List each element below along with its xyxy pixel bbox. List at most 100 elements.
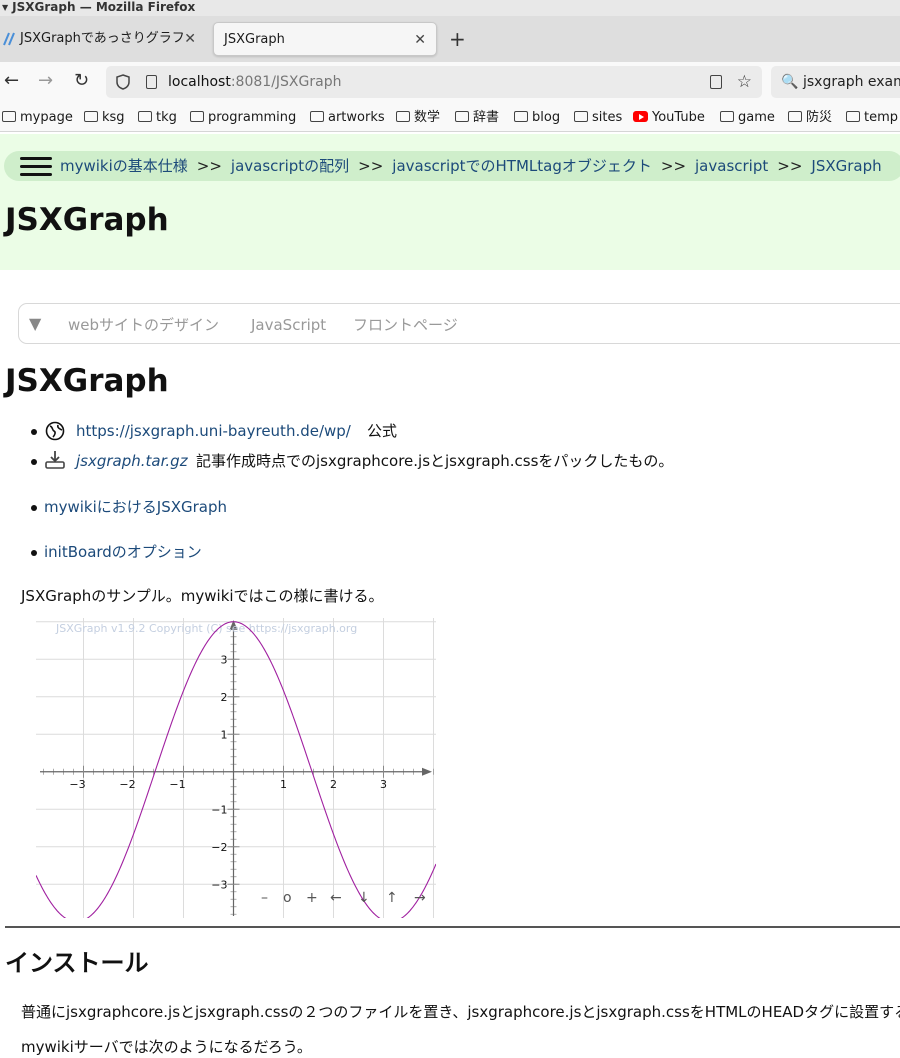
tab-label: JSXGraph <box>224 32 285 47</box>
url-text[interactable]: localhost:8081/JSXGraph <box>168 66 341 98</box>
link-note: 公式 <box>367 422 398 440</box>
breadcrumb-item[interactable]: javascript <box>695 157 768 175</box>
breadcrumb-separator: >> <box>777 157 803 175</box>
y-tick-label: 1 <box>221 728 228 741</box>
x-tick-label: 1 <box>280 778 287 791</box>
horizontal-rule <box>5 926 900 928</box>
page-header: mywikiの基本仕様 >> javascriptの配列 >> javascriptでの… <box>0 134 900 270</box>
tag-web-design[interactable]: webサイトのデザイン <box>68 315 219 335</box>
breadcrumb-item[interactable]: javascriptでのHTMLtagオブジェクト <box>392 157 652 175</box>
function-curve <box>36 621 436 918</box>
bookmark-dictionary[interactable]: 辞書 <box>455 109 499 127</box>
tab-label: JSXGraphであっさりグラフ <box>20 31 185 46</box>
folder-icon <box>788 111 802 122</box>
article-heading: JSXGraph <box>5 363 169 399</box>
breadcrumb-separator: >> <box>196 157 222 175</box>
folder-icon <box>455 111 469 122</box>
tab-jsxgraph[interactable]: JSXGraph ✕ <box>213 22 437 56</box>
y-tick-label: −3 <box>211 878 227 891</box>
new-tab-button[interactable]: + <box>449 26 466 52</box>
window-menu-icon[interactable]: ▼ <box>2 1 8 15</box>
close-icon[interactable]: ✕ <box>184 22 196 56</box>
bookmark-youtube[interactable]: YouTube <box>633 109 705 127</box>
copyright-text: JSXGraph v1.9.2 Copyright (C) see https:… <box>55 622 357 635</box>
folder-icon <box>138 111 152 122</box>
breadcrumb-item[interactable]: mywikiの基本仕様 <box>60 157 188 175</box>
x-tick-label: −3 <box>69 778 85 791</box>
install-text: 普通にjsxgraphcore.jsとjsxgraph.cssの２つのファイルを… <box>21 1003 900 1021</box>
search-icon: 🔍 <box>781 74 799 90</box>
breadcrumb-item[interactable]: javascriptの配列 <box>231 157 349 175</box>
install-heading: インストール <box>5 949 149 977</box>
y-tick-label: 2 <box>221 691 228 704</box>
x-tick-label: 2 <box>330 778 337 791</box>
x-tick-label: −2 <box>119 778 135 791</box>
navigation-toolbar: ← → ↻ localhost:8081/JSXGraph ☆ 🔍 jsxgra… <box>0 62 900 102</box>
board-nav-button[interactable]: → <box>414 890 426 906</box>
bookmark-tkg[interactable]: tkg <box>138 109 177 127</box>
server-text: mywikiサーバでは次のようになるだろう。 <box>21 1038 312 1056</box>
board-nav-button[interactable]: ↑ <box>386 890 398 906</box>
download-icon <box>45 451 65 469</box>
bookmark-artworks[interactable]: artworks <box>310 109 385 127</box>
board-nav-button[interactable]: + <box>306 890 318 906</box>
graph-canvas[interactable]: −3 −2 −1 1 2 3 −3 −2 −1 1 2 3 JSXGraph v1.9.2 Copyri… <box>36 618 436 918</box>
bookmark-star-icon[interactable]: ☆ <box>737 71 752 93</box>
tab-jsxgraph-article[interactable]: JSXGraphであっさりグラフ ✕ <box>0 22 206 56</box>
close-icon[interactable]: ✕ <box>414 23 426 55</box>
board-nav-button[interactable]: – <box>261 890 268 906</box>
tag-toggle-icon[interactable]: ▼ <box>29 314 41 334</box>
address-bar[interactable]: localhost:8081/JSXGraph ☆ <box>106 66 762 98</box>
sample-text: JSXGraphのサンプル。mywikiではこの様に書ける。 <box>21 587 384 605</box>
youtube-icon <box>633 111 648 122</box>
folder-icon <box>720 111 734 122</box>
folder-icon <box>396 111 410 122</box>
shield-icon[interactable] <box>116 74 130 90</box>
bookmark-temp[interactable]: temp <box>846 109 898 127</box>
tag-javascript[interactable]: JavaScript <box>251 315 326 335</box>
link-note: 記事作成時点でのjsxgraphcore.jsとjsxgraph.cssをパック… <box>196 452 674 470</box>
reader-view-icon[interactable] <box>710 75 722 89</box>
page-icon[interactable] <box>146 75 157 89</box>
jsxgraph-board[interactable]: −3 −2 −1 1 2 3 −3 −2 −1 1 2 3 JSXGraph v1.9.2 Copyri… <box>36 618 436 918</box>
y-tick-label: 3 <box>221 653 228 666</box>
breadcrumb-separator: >> <box>660 157 687 175</box>
x-tick-label: −1 <box>169 778 185 791</box>
breadcrumb: mywikiの基本仕様 >> javascriptの配列 >> javascriptでの… <box>4 151 900 181</box>
tag-bar: ▼ webサイトのデザイン JavaScript フロントページ <box>18 303 900 344</box>
folder-icon <box>2 111 16 122</box>
bookmark-blog[interactable]: blog <box>514 109 560 127</box>
tag-front-page[interactable]: フロントページ <box>353 315 458 335</box>
list-bullet <box>31 505 37 511</box>
list-bullet <box>31 550 37 556</box>
initboard-options-link[interactable]: initBoardのオプション <box>44 541 202 563</box>
back-button[interactable]: ← <box>4 70 19 92</box>
bookmark-disaster[interactable]: 防災 <box>788 109 832 127</box>
reload-button[interactable]: ↻ <box>74 70 89 92</box>
bookmark-math[interactable]: 数学 <box>396 109 440 127</box>
board-nav-button[interactable]: ↓ <box>358 890 370 906</box>
board-nav-button[interactable]: ← <box>330 890 342 906</box>
list-bullet <box>31 429 37 435</box>
folder-icon <box>84 111 98 122</box>
forward-button[interactable]: → <box>38 70 53 92</box>
folder-icon <box>514 111 528 122</box>
page-title: JSXGraph <box>5 202 169 238</box>
bookmark-sites[interactable]: sites <box>574 109 622 127</box>
bookmark-game[interactable]: game <box>720 109 775 127</box>
folder-icon <box>310 111 324 122</box>
mywiki-jsxgraph-link[interactable]: mywikiにおけるJSXGraph <box>44 496 227 518</box>
download-link[interactable]: jsxgraph.tar.gz <box>76 450 188 472</box>
jsxgraph-favicon-icon <box>3 32 15 46</box>
x-tick-label: 3 <box>380 778 387 791</box>
breadcrumb-item[interactable]: JSXGraph <box>811 157 881 175</box>
search-input[interactable]: 🔍 jsxgraph exam <box>771 66 900 98</box>
bookmark-ksg[interactable]: ksg <box>84 109 125 127</box>
hamburger-menu-icon[interactable] <box>20 157 52 177</box>
board-nav-button[interactable]: o <box>283 890 292 906</box>
bookmark-programming[interactable]: programming <box>190 109 296 127</box>
list-bullet <box>31 459 37 465</box>
bookmark-mypage[interactable]: mypage <box>2 109 73 127</box>
official-site-link[interactable]: https://jsxgraph.uni-bayreuth.de/wp/ <box>76 420 351 442</box>
folder-icon <box>190 111 204 122</box>
